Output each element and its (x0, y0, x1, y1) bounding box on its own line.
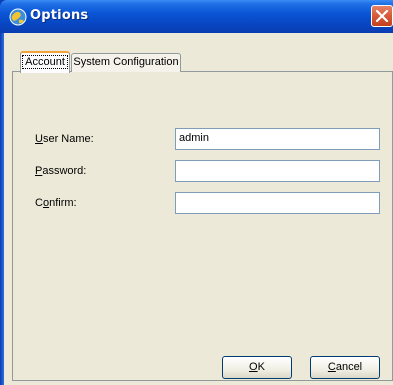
window-title: Options (30, 8, 89, 23)
close-button[interactable] (371, 5, 393, 27)
dialog-client-area: User Name: admin Password: Confirm: Acco… (4, 33, 393, 385)
ok-button[interactable]: OK (222, 356, 292, 379)
cancel-button[interactable]: Cancel (310, 356, 380, 379)
user-name-input[interactable]: admin (175, 128, 380, 150)
tab-strip: Account System Configuration (8, 33, 389, 73)
tab-panel-account: User Name: admin Password: Confirm: (12, 71, 393, 381)
tab-account-label: Account (22, 55, 68, 69)
password-input[interactable] (175, 160, 380, 182)
confirm-label: Confirm: (35, 197, 77, 209)
title-bar[interactable]: Options (0, 0, 393, 33)
close-icon (375, 9, 389, 23)
user-name-label: User Name: (35, 133, 94, 145)
confirm-input[interactable] (175, 192, 380, 214)
password-label: Password: (35, 165, 87, 177)
tab-account[interactable]: Account (20, 51, 70, 73)
tab-system-configuration-label: System Configuration (73, 56, 179, 68)
options-dialog: Options User Name: admin Password: Confi… (0, 0, 393, 385)
tab-panel-body: User Name: admin Password: Confirm: (13, 72, 392, 380)
globe-icon (9, 8, 27, 26)
tab-system-configuration[interactable]: System Configuration (71, 53, 181, 72)
